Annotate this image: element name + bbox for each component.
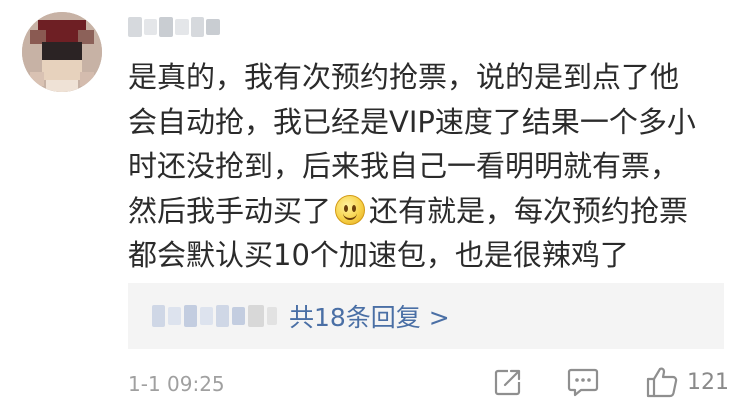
blur-block [232,307,245,325]
blur-block [143,19,158,35]
blur-block [267,307,277,325]
avatar-pixel [80,72,94,86]
blur-block [152,305,165,327]
view-replies-link[interactable]: 共18条回复 > [289,298,450,334]
avatar-pixel [46,80,78,92]
comment-line: 时还没抢到，后来我自己一看明明就有票， [128,149,680,183]
blur-block [175,19,189,35]
comment-button[interactable] [567,364,599,400]
comment-line-part: 还有就是，每次预约抢票 [369,193,689,228]
avatar-pixel [30,72,44,86]
comment-line: 是真的，我有次预约抢票，说的是到点了他 [128,60,680,94]
blur-block [168,307,181,325]
blur-block [206,19,221,35]
comment-card: 是真的，我有次预约抢票，说的是到点了他 会自动抢，我已经是VIP速度了结果一个多… [0,0,750,408]
comment-text: 是真的，我有次预约抢票，说的是到点了他 会自动抢，我已经是VIP速度了结果一个多… [128,55,740,278]
blur-block [128,17,142,37]
comment-icon [567,367,599,397]
comment-line: 然后我手动买了 还有就是，每次预约抢票 [128,189,740,234]
blur-block [184,305,197,327]
blur-block [216,305,229,327]
thumbs-up-icon [645,365,679,399]
blur-block [200,307,213,325]
avatar-face [42,60,82,80]
comment-line: 都会默认买10个加速包，也是很辣鸡了 [128,238,629,272]
share-button[interactable] [493,364,523,400]
like-count: 121 [687,369,729,395]
like-button[interactable]: 121 [645,364,729,400]
emoji-mouth [343,210,358,220]
comment-line: 会自动抢，我已经是VIP速度了结果一个多小 [128,104,696,139]
username-blurred[interactable] [128,14,221,40]
timestamp: 1-1 09:25 [128,372,225,396]
reply-author-blurred [152,305,277,327]
replies-panel[interactable]: 共18条回复 > [128,283,724,349]
smile-emoji [335,194,366,225]
avatar[interactable] [22,12,102,92]
blur-block [190,17,205,37]
avatar-pixel [42,42,82,60]
comment-line-part: 然后我手动买了 [128,193,332,228]
share-icon [493,367,523,397]
blur-block [159,17,174,37]
blur-block [248,305,264,327]
